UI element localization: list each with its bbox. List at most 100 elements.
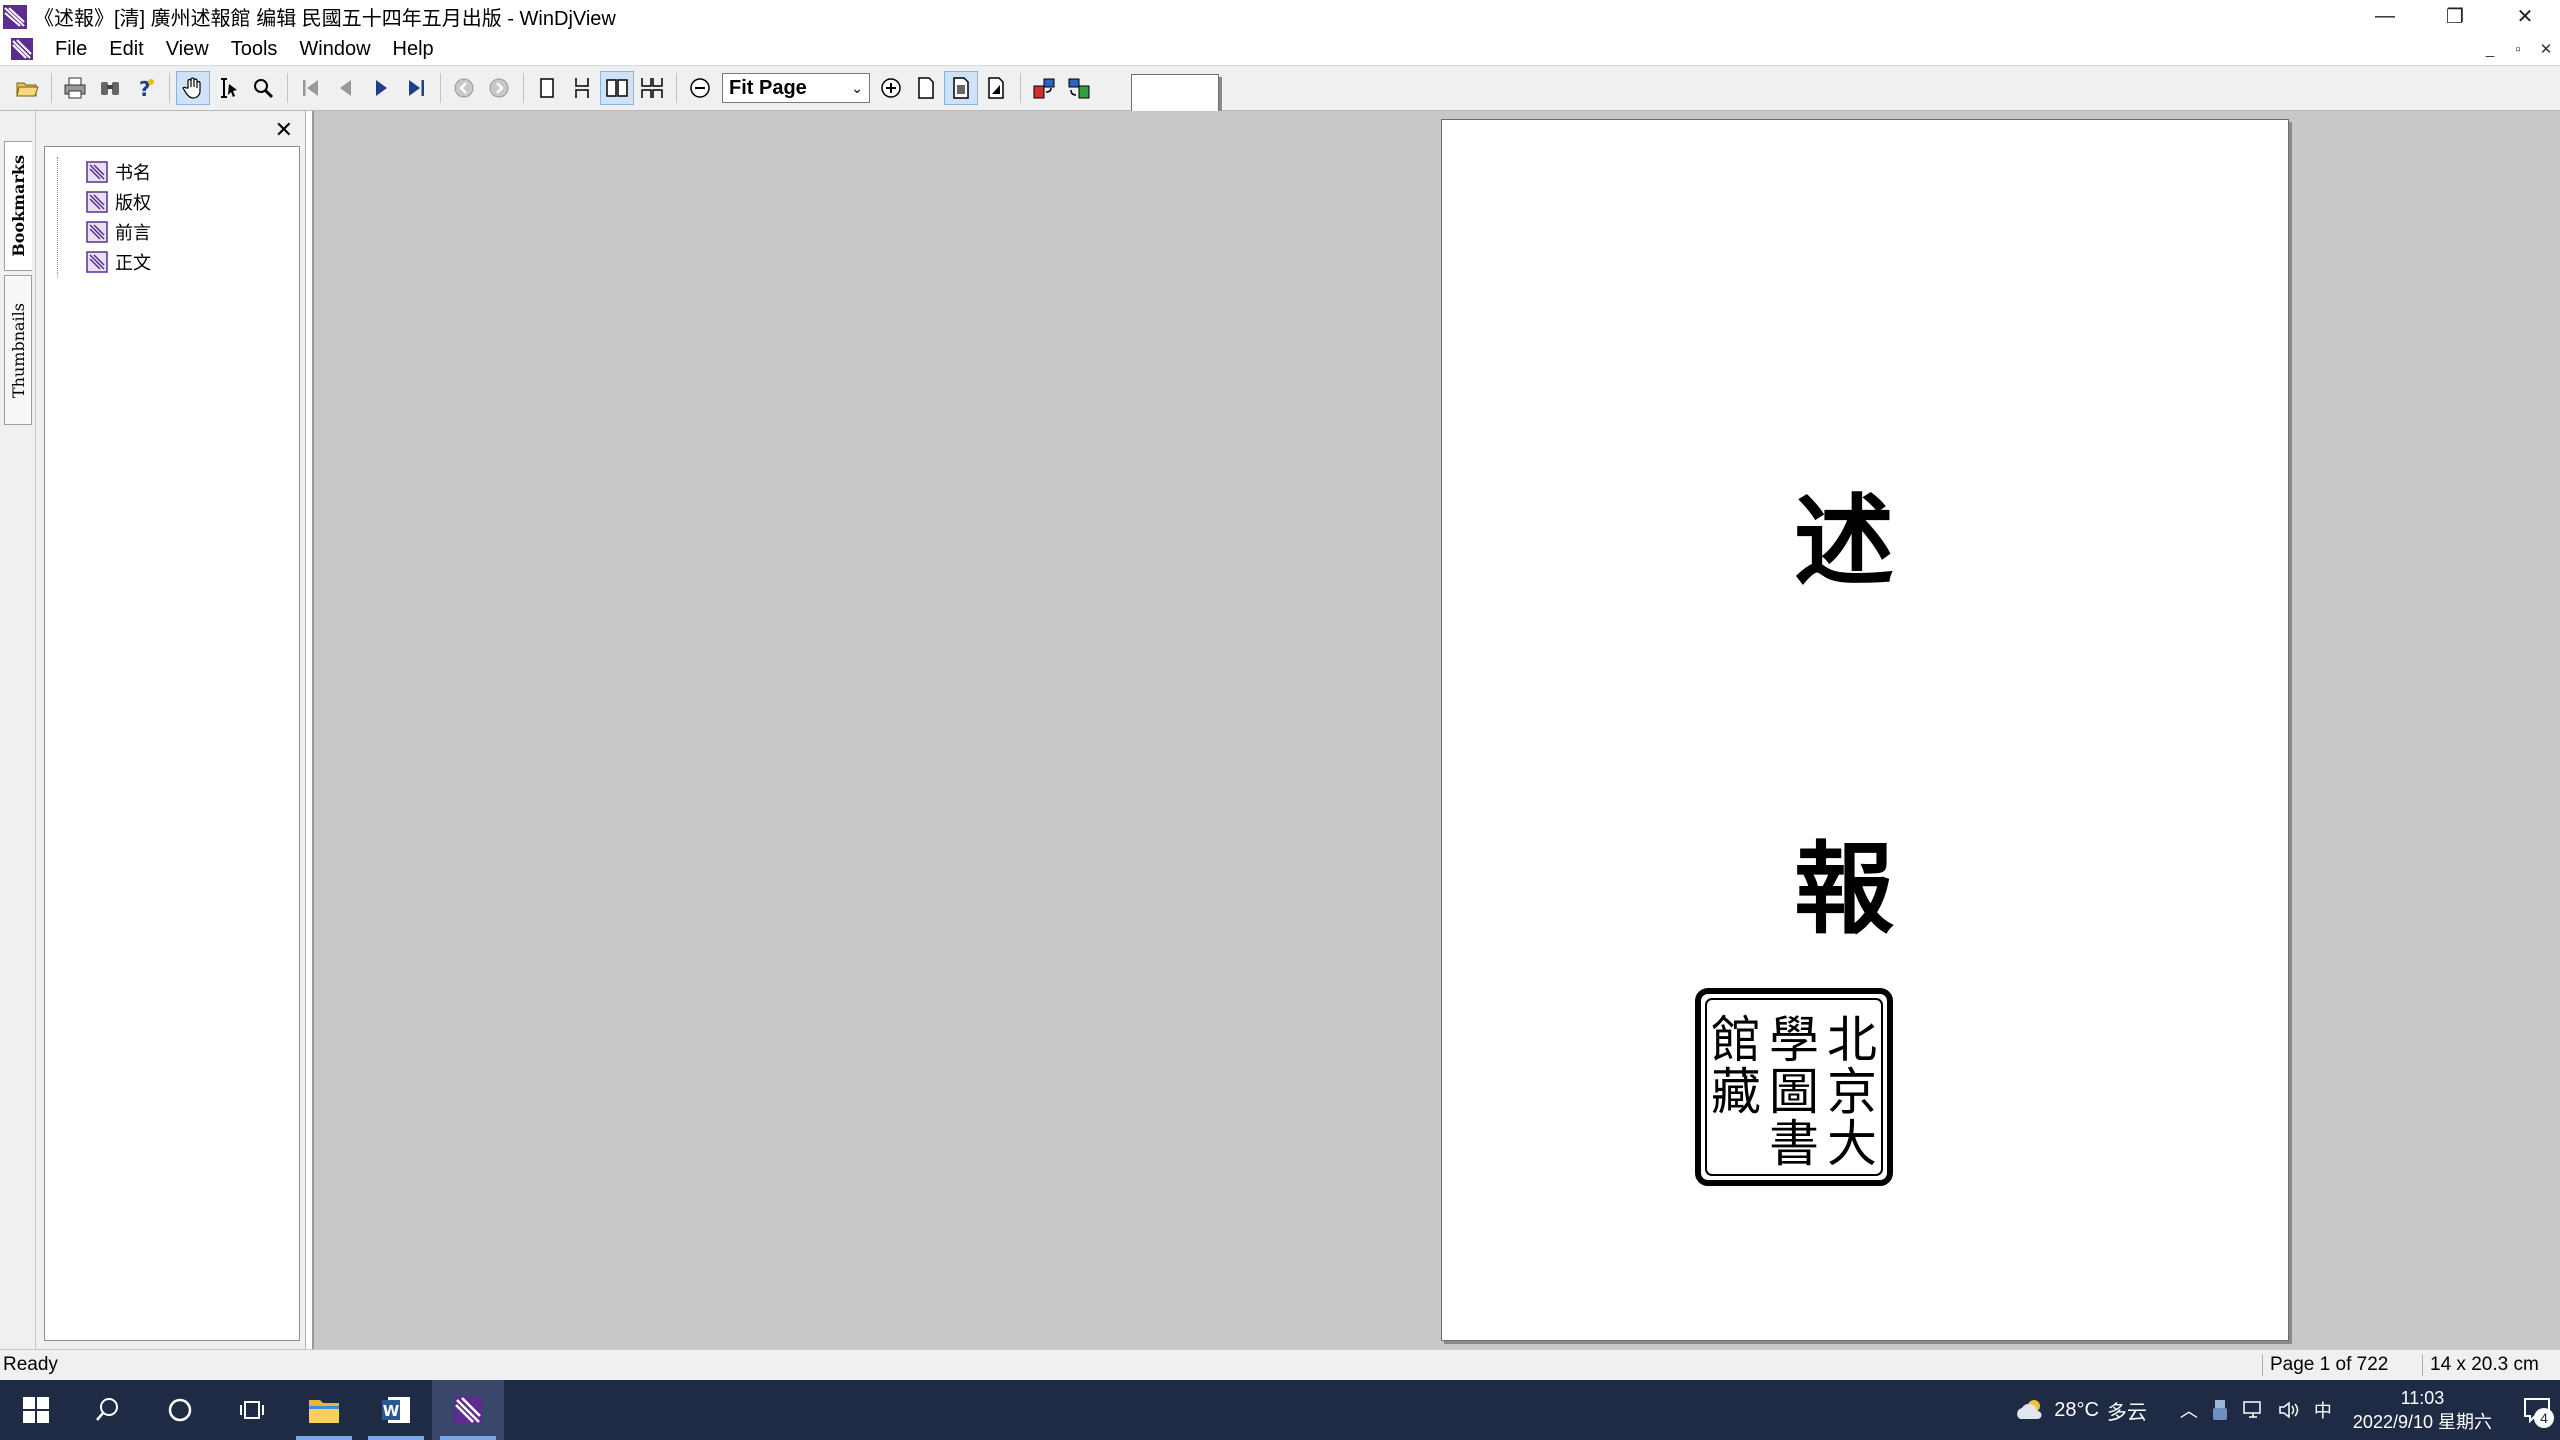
- cortana-circle-icon: [168, 1398, 192, 1422]
- document-system-menu-icon[interactable]: [10, 37, 34, 61]
- cortana-button[interactable]: [144, 1380, 216, 1440]
- svg-text:W: W: [383, 1402, 400, 1420]
- windjview-taskbar-button[interactable]: [432, 1380, 504, 1440]
- continuous-button[interactable]: [565, 71, 599, 105]
- menu-file[interactable]: File: [44, 33, 98, 65]
- input-method-indicator[interactable]: 中: [2314, 1397, 2332, 1423]
- start-button[interactable]: [0, 1380, 72, 1440]
- black-white-button[interactable]: [979, 71, 1013, 105]
- single-page-button[interactable]: [530, 71, 564, 105]
- word-taskbar-button[interactable]: W: [360, 1380, 432, 1440]
- close-panel-button[interactable]: ✕: [275, 117, 293, 143]
- window-title: 《述報》[清] 廣州述報館 编辑 民國五十四年五月出版 - WinDjView: [34, 8, 616, 30]
- printer-icon: [64, 77, 86, 99]
- bookmark-page-icon: [86, 251, 108, 273]
- menu-view[interactable]: View: [155, 33, 220, 65]
- clock-date: 2022/9/10 星期六: [2352, 1412, 2492, 1432]
- next-page-icon: [376, 80, 387, 96]
- forward-circle-icon: [489, 78, 509, 98]
- tab-thumbnails[interactable]: Thumbnails: [4, 275, 32, 425]
- zoom-in-button[interactable]: [874, 71, 908, 105]
- mdi-controls: _ ▫ ✕: [2476, 33, 2560, 65]
- bookmark-label: 前言: [115, 223, 151, 243]
- page-icon: [918, 77, 934, 99]
- clock[interactable]: 11:03 2022/9/10 星期六: [2353, 1386, 2492, 1434]
- next-page-button[interactable]: [364, 71, 398, 105]
- text-cursor-select-icon: [221, 78, 237, 98]
- binoculars-icon: [101, 82, 119, 95]
- restore-button[interactable]: ❐: [2420, 0, 2490, 33]
- search-button[interactable]: [72, 1380, 144, 1440]
- fit-width-button[interactable]: [909, 71, 943, 105]
- find-button[interactable]: [93, 71, 127, 105]
- hand-tool-button[interactable]: [176, 71, 210, 105]
- task-view-button[interactable]: [216, 1380, 288, 1440]
- print-button[interactable]: [58, 71, 92, 105]
- svg-text:書: 書: [1769, 1115, 1819, 1173]
- tab-thumbnails-label: Thumbnails: [8, 302, 28, 398]
- notification-center-button[interactable]: 4: [2514, 1380, 2560, 1440]
- bookmark-item[interactable]: 前言: [45, 217, 299, 247]
- single-page-icon: [540, 78, 554, 98]
- mdi-restore-button[interactable]: ▫: [2504, 41, 2532, 58]
- open-button[interactable]: [10, 71, 44, 105]
- previous-page-button[interactable]: [329, 71, 363, 105]
- facing-pages-icon: [606, 79, 628, 97]
- volume-icon[interactable]: [2278, 1400, 2300, 1420]
- rotate-left-button[interactable]: [1027, 71, 1061, 105]
- minimize-button[interactable]: —: [2350, 0, 2420, 33]
- document-view[interactable]: 述 報 北 京 大 學 圖 書 館 藏: [312, 111, 2560, 1349]
- chevron-down-icon: ⌄: [851, 79, 863, 96]
- bookmarks-panel: ✕ 书名 版权 前言 正文: [36, 111, 306, 1349]
- chevron-up-icon[interactable]: ︿: [2180, 1397, 2198, 1423]
- bookmark-label: 正文: [115, 253, 151, 273]
- last-page-icon: [409, 80, 424, 96]
- rotate-right-button[interactable]: [1062, 71, 1096, 105]
- tab-bookmarks[interactable]: Bookmarks: [4, 141, 32, 271]
- last-page-button[interactable]: [399, 71, 433, 105]
- toolbar: ? 1 ⌄ F: [0, 65, 2560, 1296]
- svg-text:館: 館: [1711, 1011, 1761, 1069]
- display-mode-button[interactable]: [944, 71, 978, 105]
- tab-bookmarks-label: Bookmarks: [9, 155, 28, 257]
- continuous-facing-button[interactable]: [635, 71, 669, 105]
- bookmark-label: 版权: [115, 193, 151, 213]
- network-icon[interactable]: [2242, 1400, 2264, 1420]
- back-circle-icon: [454, 78, 474, 98]
- menu-bar: File Edit View Tools Window Help: [0, 33, 2560, 65]
- mdi-close-button[interactable]: ✕: [2532, 40, 2560, 58]
- first-page-button[interactable]: [294, 71, 328, 105]
- bookmark-item[interactable]: 版权: [45, 187, 299, 217]
- svg-text:北: 北: [1827, 1011, 1877, 1069]
- menu-help[interactable]: Help: [382, 33, 445, 65]
- weather-widget[interactable]: 28°C 多云: [2014, 1396, 2147, 1425]
- forward-button[interactable]: [482, 71, 516, 105]
- menu-edit[interactable]: Edit: [98, 33, 154, 65]
- back-button[interactable]: [447, 71, 481, 105]
- select-tool-button[interactable]: [211, 71, 245, 105]
- menu-window[interactable]: Window: [288, 33, 381, 65]
- mdi-minimize-button[interactable]: _: [2476, 41, 2504, 58]
- folder-icon: [309, 1400, 339, 1423]
- windjview-app-icon[interactable]: [2, 4, 28, 30]
- zoom-in-icon: [881, 78, 901, 98]
- help-button[interactable]: ?: [128, 71, 162, 105]
- bookmark-page-icon: [86, 161, 108, 183]
- page-title-char-2: 報: [1794, 830, 1894, 948]
- bookmarks-tree: 书名 版权 前言 正文: [44, 146, 300, 1341]
- zoom-tool-button[interactable]: [246, 71, 280, 105]
- file-explorer-taskbar-button[interactable]: [288, 1380, 360, 1440]
- library-seal-stamp: 北 京 大 學 圖 書 館 藏: [1695, 988, 1893, 1186]
- status-text: Ready: [3, 1354, 58, 1375]
- zoom-out-button[interactable]: [683, 71, 717, 105]
- continuous-pages-icon: [575, 78, 589, 98]
- zoom-combo[interactable]: Fit Page ⌄: [722, 73, 870, 103]
- bookmark-item[interactable]: 书名: [45, 157, 299, 187]
- usb-drive-icon[interactable]: [2212, 1399, 2228, 1421]
- bookmark-item[interactable]: 正文: [45, 247, 299, 277]
- status-divider: [2422, 1354, 2423, 1376]
- menu-tools[interactable]: Tools: [220, 33, 289, 65]
- close-button[interactable]: ✕: [2490, 0, 2560, 33]
- facing-pages-button[interactable]: [600, 71, 634, 105]
- zoom-value: Fit Page: [729, 76, 807, 99]
